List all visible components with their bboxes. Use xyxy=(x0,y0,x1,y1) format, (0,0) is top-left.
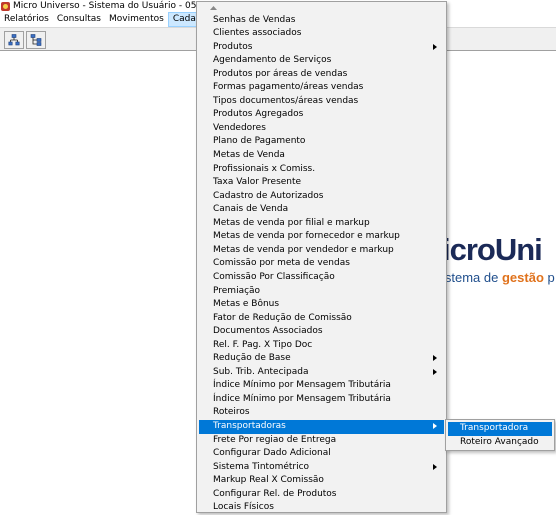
menu-item-canais-de-venda[interactable]: Canais de Venda xyxy=(199,203,444,217)
menu-item-reducao-de-base[interactable]: Redução de Base xyxy=(199,352,444,366)
menu-item-label: Cadastro de Autorizados xyxy=(213,190,324,201)
menu-item-label: Tipos documentos/áreas vendas xyxy=(213,95,359,106)
submenu-arrow-icon xyxy=(433,463,437,470)
logo: icroUni istema de gestão p xyxy=(442,232,556,292)
submenu-item-roteiro-avancado[interactable]: Roteiro Avançado xyxy=(448,436,552,450)
logo-sub-bold: gestão xyxy=(501,270,544,285)
logo-subtitle: istema de gestão p xyxy=(442,270,555,285)
menu-item-agendamento-de-servicos[interactable]: Agendamento de Serviços xyxy=(199,54,444,68)
menu-item-label: Índice Mínimo por Mensagem Tributária xyxy=(213,393,391,404)
menu-item-label: Redução de Base xyxy=(213,353,291,364)
menu-item-roteiros[interactable]: Roteiros xyxy=(199,406,444,420)
menu-item-label: Produtos Agregados xyxy=(213,109,304,120)
menu-item-label: Configurar Dado Adicional xyxy=(213,448,331,459)
menu-item-profissionais-x-comiss[interactable]: Profissionais x Comiss. xyxy=(199,163,444,177)
menu-item-produtos-por-areas-de-vendas[interactable]: Produtos por áreas de vendas xyxy=(199,68,444,82)
menu-item-label: Transportadoras xyxy=(213,421,286,431)
menu-item-label: Agendamento de Serviços xyxy=(213,55,332,66)
menu-item-rel-f-pag-x-tipo-doc[interactable]: Rel. F. Pag. X Tipo Doc xyxy=(199,339,444,353)
menu-item-configurar-rel-de-produtos[interactable]: Configurar Rel. de Produtos xyxy=(199,488,444,502)
submenu-item-transportadora[interactable]: Transportadora xyxy=(448,422,552,436)
menu-item-label: Metas de Venda xyxy=(213,150,285,160)
menu-item-label: Canais de Venda xyxy=(213,204,289,215)
menu-movimentos[interactable]: Movimentos xyxy=(105,12,168,27)
menu-item-taxa-valor-presente[interactable]: Taxa Valor Presente xyxy=(199,176,444,190)
menu-item-comissao-por-classificacao[interactable]: Comissão Por Classificação xyxy=(199,271,444,285)
menu-item-label: Premiação xyxy=(213,285,261,296)
menu-item-label: Configurar Rel. de Produtos xyxy=(213,488,337,499)
menu-item-fator-de-reducao-de-comissao[interactable]: Fator de Redução de Comissão xyxy=(199,312,444,326)
menu-item-indice-minimo-por-mensagem-tributaria[interactable]: Índice Mínimo por Mensagem Tributária xyxy=(199,393,444,407)
chevron-up-icon[interactable] xyxy=(209,4,217,12)
logo-sub-suffix: p xyxy=(543,270,555,285)
menu-item-label: Comissão Por Classificação xyxy=(213,271,335,282)
menu-item-label: Taxa Valor Presente xyxy=(213,177,302,188)
menu-item-tipos-documentos-areas-vendas[interactable]: Tipos documentos/áreas vendas xyxy=(199,95,444,109)
tool-button-1-icon[interactable] xyxy=(4,31,24,49)
menu-item-label: Metas de venda por filial e markup xyxy=(213,217,370,228)
menu-item-label: Sub. Trib. Antecipada xyxy=(213,366,309,377)
menu-item-label: Documentos Associados xyxy=(213,326,323,337)
menu-item-premiacao[interactable]: Premiação xyxy=(199,285,444,299)
submenu-arrow-icon xyxy=(433,43,437,50)
menu-item-label: Rel. F. Pag. X Tipo Doc xyxy=(213,339,313,350)
menu-item-label: Locais Físicos xyxy=(213,502,274,513)
menu-item-label: Roteiros xyxy=(213,407,250,418)
menu-item-label: Metas de venda por vendedor e markup xyxy=(213,244,394,255)
menu-item-label: Comissão por meta de vendas xyxy=(213,258,350,269)
people-tree-alt-icon xyxy=(30,34,42,46)
menu-item-label: Metas e Bônus xyxy=(213,299,280,310)
menu-item-frete-por-regiao-de-entrega[interactable]: Frete Por regiao de Entrega xyxy=(199,434,444,448)
menu-item-label: Fator de Redução de Comissão xyxy=(213,312,352,323)
logo-title: icroUni xyxy=(442,232,543,267)
menu-item-documentos-associados[interactable]: Documentos Associados xyxy=(199,325,444,339)
menu-item-label: Produtos por áreas de vendas xyxy=(213,68,348,79)
menu-item-label: Plano de Pagamento xyxy=(213,136,306,147)
menu-item-label: Clientes associados xyxy=(213,28,302,39)
menu-item-metas-de-venda-por-filial-e-markup[interactable]: Metas de venda por filial e markup xyxy=(199,217,444,231)
menu-item-label: Vendedores xyxy=(213,122,266,133)
menu-item-metas-de-venda-por-fornecedor-e-markup[interactable]: Metas de venda por fornecedor e markup xyxy=(199,230,444,244)
menu-item-comissao-por-meta-de-vendas[interactable]: Comissão por meta de vendas xyxy=(199,257,444,271)
menu-item-produtos[interactable]: Produtos xyxy=(199,41,444,55)
submenu-arrow-icon xyxy=(433,423,437,429)
menu-item-indice-minimo-por-mensagem-tributaria[interactable]: Índice Mínimo por Mensagem Tributária xyxy=(199,379,444,393)
transportadoras-submenu: Transportadora Roteiro Avançado xyxy=(445,419,555,451)
menu-item-clientes-associados[interactable]: Clientes associados xyxy=(199,27,444,41)
menu-item-label: Sistema Tintométrico xyxy=(213,461,310,472)
menu-item-sistema-tintometrico[interactable]: Sistema Tintométrico xyxy=(199,461,444,475)
menu-item-metas-de-venda-por-vendedor-e-markup[interactable]: Metas de venda por vendedor e markup xyxy=(199,244,444,258)
menu-item-label: Formas pagamento/áreas vendas xyxy=(213,82,364,93)
menu-item-metas-e-bonus[interactable]: Metas e Bônus xyxy=(199,298,444,312)
menu-item-sub-trib-antecipada[interactable]: Sub. Trib. Antecipada xyxy=(199,366,444,380)
people-tree-icon xyxy=(8,34,20,46)
tool-button-2-icon[interactable] xyxy=(26,31,46,49)
menu-item-label: Índice Mínimo por Mensagem Tributária xyxy=(213,380,391,391)
menu-item-senhas-de-vendas[interactable]: Senhas de Vendas xyxy=(199,14,444,28)
submenu-arrow-icon xyxy=(433,355,437,362)
menu-item-plano-de-pagamento[interactable]: Plano de Pagamento xyxy=(199,135,444,149)
menu-item-vendedores[interactable]: Vendedores xyxy=(199,122,444,136)
menu-item-markup-real-x-comissao[interactable]: Markup Real X Comissão xyxy=(199,474,444,488)
menu-item-configurar-dado-adicional[interactable]: Configurar Dado Adicional xyxy=(199,447,444,461)
menu-item-formas-pagamento-areas-vendas[interactable]: Formas pagamento/áreas vendas xyxy=(199,81,444,95)
app-icon[interactable] xyxy=(1,1,10,11)
menu-consultas[interactable]: Consultas xyxy=(53,12,105,27)
menu-item-produtos-agregados[interactable]: Produtos Agregados xyxy=(199,108,444,122)
menu-item-label: Produtos xyxy=(213,41,253,52)
cadastros-dropdown-menu: Senhas de Vendas Clientes associados Produ… xyxy=(196,1,447,513)
menu-item-transportadoras[interactable]: Transportadoras xyxy=(199,420,444,434)
menu-item-label: Markup Real X Comissão xyxy=(213,475,324,486)
menu-relatorios[interactable]: Relatórios xyxy=(0,12,53,27)
menu-item-label: Frete Por regiao de Entrega xyxy=(213,434,337,445)
logo-sub-prefix: istema de xyxy=(442,270,502,285)
menu-item-cadastro-de-autorizados[interactable]: Cadastro de Autorizados xyxy=(199,190,444,204)
menu-item-label: Profissionais x Comiss. xyxy=(213,163,316,174)
menu-item-label: Senhas de Vendas xyxy=(213,14,296,25)
menu-item-label: Metas de venda por fornecedor e markup xyxy=(213,231,400,242)
menu-item-metas-de-venda[interactable]: Metas de Venda xyxy=(199,149,444,163)
submenu-arrow-icon xyxy=(433,368,437,375)
